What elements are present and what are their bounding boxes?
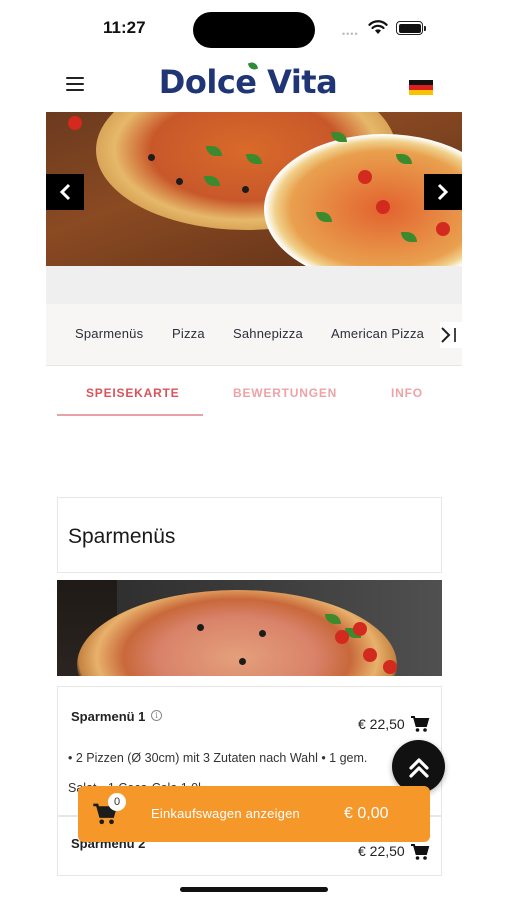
double-chevron-up-icon xyxy=(408,757,429,778)
slider-prev-button[interactable] xyxy=(46,174,84,210)
olive-decor xyxy=(148,154,155,161)
cart-total: € 0,00 xyxy=(344,805,389,822)
add-to-cart-icon[interactable] xyxy=(410,843,430,861)
content-tabs: SPEISEKARTE BEWERTUNGEN INFO xyxy=(46,366,462,422)
info-icon[interactable]: i xyxy=(151,710,162,721)
chevron-right-icon xyxy=(437,183,449,201)
tomato-decor xyxy=(383,660,397,674)
tab-speisekarte[interactable]: SPEISEKARTE xyxy=(86,386,180,400)
chevron-left-icon xyxy=(59,183,71,201)
item-name: Sparmenü 1 xyxy=(71,709,146,724)
category-sahnepizza[interactable]: Sahnepizza xyxy=(233,326,303,341)
active-tab-indicator xyxy=(57,414,203,416)
tomato-decor xyxy=(353,622,367,636)
category-scroll-right-button[interactable] xyxy=(440,322,462,348)
spacer-band xyxy=(46,266,462,304)
home-indicator xyxy=(180,887,328,892)
slider-next-button[interactable] xyxy=(424,174,462,210)
olive-decor xyxy=(197,624,204,631)
german-flag-icon[interactable] xyxy=(409,80,433,95)
tomato-decor xyxy=(335,630,349,644)
category-nav: Sparmenüs Pizza Sahnepizza American Pizz… xyxy=(46,304,462,366)
olive-decor xyxy=(259,630,266,637)
item-price: € 22,50 xyxy=(358,716,405,732)
category-american-pizza[interactable]: American Pizza xyxy=(331,326,424,341)
dynamic-island xyxy=(193,12,315,48)
tomato-decor xyxy=(68,116,82,130)
view-cart-button[interactable]: 0 Einkaufswagen anzeigen € 0,00 xyxy=(78,786,430,842)
category-pizza[interactable]: Pizza xyxy=(172,326,205,341)
status-bar: 11:27 •••• xyxy=(0,0,507,56)
logo: Dolce Vita xyxy=(158,60,338,104)
app-header: Dolce Vita xyxy=(46,56,462,112)
wifi-icon xyxy=(368,20,388,34)
tomato-decor xyxy=(363,648,377,662)
status-time: 11:27 xyxy=(103,18,146,37)
scroll-divider xyxy=(454,328,456,342)
cart-label: Einkaufswagen anzeigen xyxy=(151,806,300,821)
cart-count-badge: 0 xyxy=(108,793,126,811)
olive-decor xyxy=(176,178,183,185)
tomato-decor xyxy=(358,170,372,184)
chevron-right-icon xyxy=(441,327,451,343)
tomato-decor xyxy=(376,200,390,214)
hero-slider xyxy=(46,112,462,266)
item-price: € 22,50 xyxy=(358,843,405,859)
section-title: Sparmenüs xyxy=(68,525,176,548)
menu-icon[interactable] xyxy=(66,77,84,91)
signal-icon: •••• xyxy=(342,29,359,39)
logo-text: Dolce Vita xyxy=(158,63,338,101)
tab-info[interactable]: INFO xyxy=(391,386,423,400)
tomato-decor xyxy=(436,222,450,236)
section-banner-image xyxy=(57,580,442,676)
battery-icon xyxy=(396,21,426,35)
olive-decor xyxy=(242,186,249,193)
add-to-cart-icon[interactable] xyxy=(410,715,430,733)
tab-bewertungen[interactable]: BEWERTUNGEN xyxy=(233,386,337,400)
olive-decor xyxy=(239,658,246,665)
section-header: Sparmenüs xyxy=(57,497,442,573)
category-sparmenus[interactable]: Sparmenüs xyxy=(75,326,143,341)
